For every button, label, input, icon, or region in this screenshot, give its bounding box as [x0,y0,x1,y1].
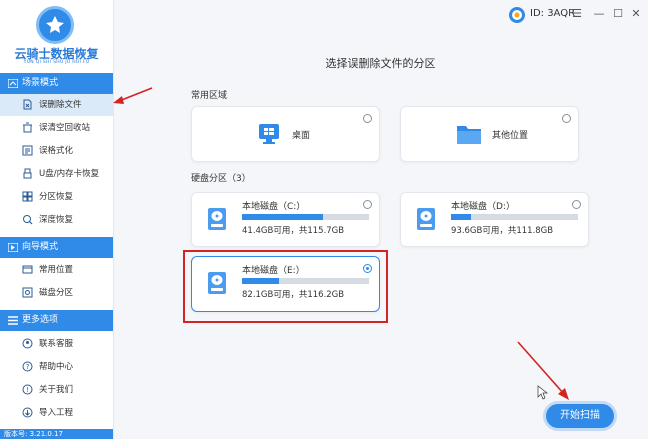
mouse-cursor-icon [537,385,549,400]
annotation-arrow-sidebar [113,87,153,104]
start-scan-button[interactable]: 开始扫描 [546,404,614,428]
annotation-arrows [113,87,569,400]
